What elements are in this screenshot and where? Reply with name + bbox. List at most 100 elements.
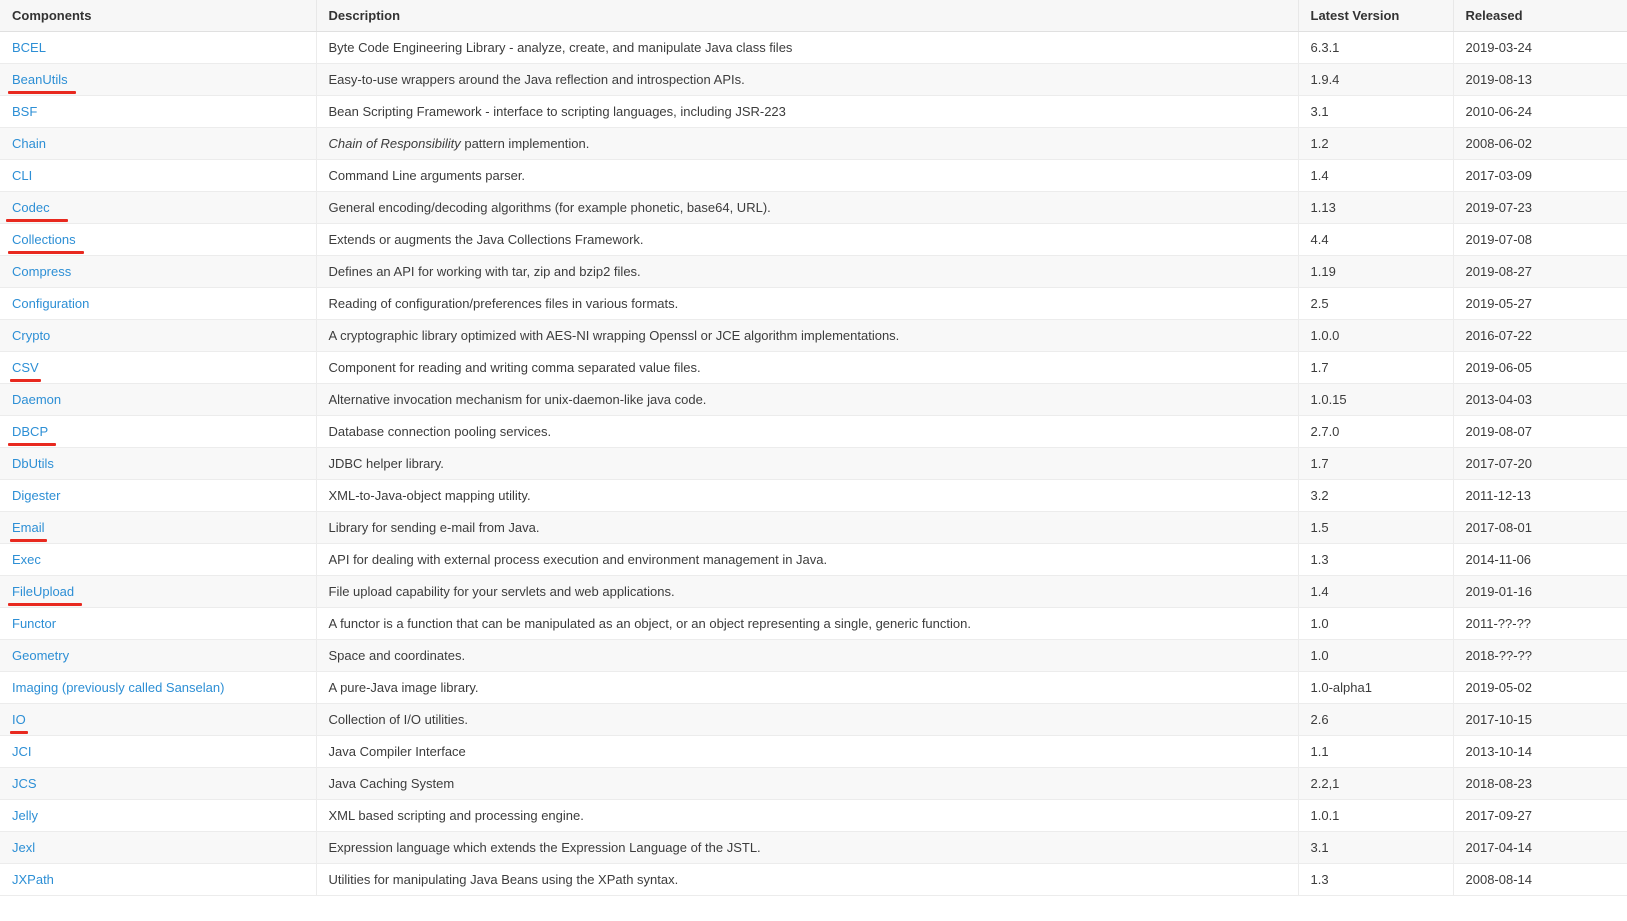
cell-latest-version: 1.0.15: [1298, 383, 1454, 416]
component-link[interactable]: Email: [10, 520, 47, 542]
cell-latest-version: 1.13: [1298, 191, 1454, 224]
cell-released: 2019-05-02: [1453, 671, 1627, 704]
component-link[interactable]: Jexl: [12, 840, 35, 856]
table-row: CSV Component for reading and writing com…: [0, 351, 1627, 384]
table-row: Imaging (previously called Sanselan) A pu…: [0, 671, 1627, 704]
cell-component: FileUpload: [0, 575, 317, 608]
cell-latest-version: 3.2: [1298, 479, 1454, 512]
description-text: A pure-Java image library.: [328, 680, 479, 695]
description-text: File upload capability for your servlets…: [328, 584, 675, 599]
component-link[interactable]: Collections: [8, 232, 84, 254]
cell-latest-version: 1.0.0: [1298, 319, 1454, 352]
component-link[interactable]: JXPath: [12, 872, 54, 888]
cell-description: Defines an API for working with tar, zip…: [316, 255, 1299, 288]
cell-component: Exec: [0, 543, 317, 576]
components-table: Components Description Latest Version Re…: [0, 0, 1627, 896]
table-row: DBCP Database connection pooling services…: [0, 415, 1627, 448]
cell-description: A cryptographic library optimized with A…: [316, 319, 1299, 352]
description-text: JDBC helper library.: [328, 456, 444, 471]
component-link[interactable]: Crypto: [12, 328, 50, 344]
description-text: General encoding/decoding algorithms (fo…: [328, 200, 771, 215]
description-text: Command Line arguments parser.: [328, 168, 526, 183]
table-header: Components Description Latest Version Re…: [0, 0, 1627, 32]
component-link[interactable]: Functor: [12, 616, 56, 632]
component-link[interactable]: JCS: [12, 776, 37, 792]
component-link[interactable]: FileUpload: [7, 584, 83, 606]
component-link[interactable]: Exec: [12, 552, 41, 568]
component-link[interactable]: Digester: [12, 488, 60, 504]
component-link[interactable]: Geometry: [12, 648, 69, 664]
component-link[interactable]: Configuration: [12, 296, 89, 312]
component-link[interactable]: CLI: [12, 168, 32, 184]
cell-description: Command Line arguments parser.: [316, 159, 1299, 192]
cell-released: 2017-04-14: [1453, 831, 1627, 864]
description-text: API for dealing with external process ex…: [328, 552, 828, 567]
cell-latest-version: 3.1: [1298, 831, 1454, 864]
description-text: Easy-to-use wrappers around the Java ref…: [328, 72, 745, 87]
component-link[interactable]: DbUtils: [12, 456, 54, 472]
cell-latest-version: 1.7: [1298, 351, 1454, 384]
table-row: FileUpload File upload capability for you…: [0, 575, 1627, 608]
cell-description: File upload capability for your servlets…: [316, 575, 1299, 608]
cell-latest-version: 1.0-alpha1: [1298, 671, 1454, 704]
component-link[interactable]: Compress: [12, 264, 71, 280]
cell-latest-version: 1.4: [1298, 159, 1454, 192]
component-link[interactable]: BSF: [12, 104, 37, 120]
cell-description: Space and coordinates.: [316, 639, 1299, 672]
component-link[interactable]: DBCP: [7, 424, 57, 446]
component-link[interactable]: Daemon: [12, 392, 61, 408]
table-header-row: Components Description Latest Version Re…: [0, 0, 1627, 32]
cell-released: 2017-10-15: [1453, 703, 1627, 736]
cell-released: 2019-06-05: [1453, 351, 1627, 384]
component-link[interactable]: BeanUtils: [8, 72, 76, 94]
cell-latest-version: 1.4: [1298, 575, 1454, 608]
cell-latest-version: 2.2,1: [1298, 767, 1454, 800]
table-row: Digester XML-to-Java-object mapping utili…: [0, 479, 1627, 512]
table-row: Jelly XML based scripting and processing …: [0, 799, 1627, 832]
table-row: CLI Command Line arguments parser. 1.4 2017…: [0, 159, 1627, 192]
cell-released: 2019-07-23: [1453, 191, 1627, 224]
component-link[interactable]: BCEL: [12, 40, 46, 56]
cell-latest-version: 1.7: [1298, 447, 1454, 480]
cell-latest-version: 2.6: [1298, 703, 1454, 736]
cell-latest-version: 1.0.1: [1298, 799, 1454, 832]
cell-description: Library for sending e-mail from Java.: [316, 511, 1299, 544]
cell-released: 2011-12-13: [1453, 479, 1627, 512]
cell-description: JDBC helper library.: [316, 447, 1299, 480]
cell-released: 2019-07-08: [1453, 223, 1627, 256]
component-link[interactable]: Chain: [12, 136, 46, 152]
cell-latest-version: 1.9.4: [1298, 63, 1454, 96]
cell-component: DbUtils: [0, 447, 317, 480]
cell-component: IO: [0, 703, 317, 736]
cell-component: Functor: [0, 607, 317, 640]
cell-latest-version: 1.1: [1298, 735, 1454, 768]
component-link[interactable]: Jelly: [12, 808, 38, 824]
cell-component: JCS: [0, 767, 317, 800]
component-link[interactable]: Codec: [6, 200, 67, 222]
cell-latest-version: 2.7.0: [1298, 415, 1454, 448]
cell-description: Alternative invocation mechanism for uni…: [316, 383, 1299, 416]
component-link[interactable]: IO: [10, 712, 28, 734]
description-text: Bean Scripting Framework - interface to …: [328, 104, 786, 119]
component-link[interactable]: JCI: [12, 744, 32, 760]
cell-component: Compress: [0, 255, 317, 288]
cell-component: Codec: [0, 191, 317, 224]
cell-component: Geometry: [0, 639, 317, 672]
component-link[interactable]: Imaging (previously called Sanselan): [12, 680, 224, 696]
component-link[interactable]: CSV: [10, 360, 41, 382]
cell-description: Byte Code Engineering Library - analyze,…: [316, 31, 1299, 64]
cell-released: 2017-09-27: [1453, 799, 1627, 832]
cell-component: CSV: [0, 351, 317, 384]
table-row: Codec General encoding/decoding algorithm…: [0, 191, 1627, 224]
cell-description: Java Caching System: [316, 767, 1299, 800]
column-header-description: Description: [316, 0, 1299, 32]
cell-latest-version: 6.3.1: [1298, 31, 1454, 64]
cell-component: BeanUtils: [0, 63, 317, 96]
cell-latest-version: 3.1: [1298, 95, 1454, 128]
table-row: Compress Defines an API for working with …: [0, 255, 1627, 288]
cell-description: General encoding/decoding algorithms (fo…: [316, 191, 1299, 224]
cell-component: BSF: [0, 95, 317, 128]
description-text: Java Compiler Interface: [328, 744, 466, 759]
cell-description: Collection of I/O utilities.: [316, 703, 1299, 736]
cell-description: Expression language which extends the Ex…: [316, 831, 1299, 864]
